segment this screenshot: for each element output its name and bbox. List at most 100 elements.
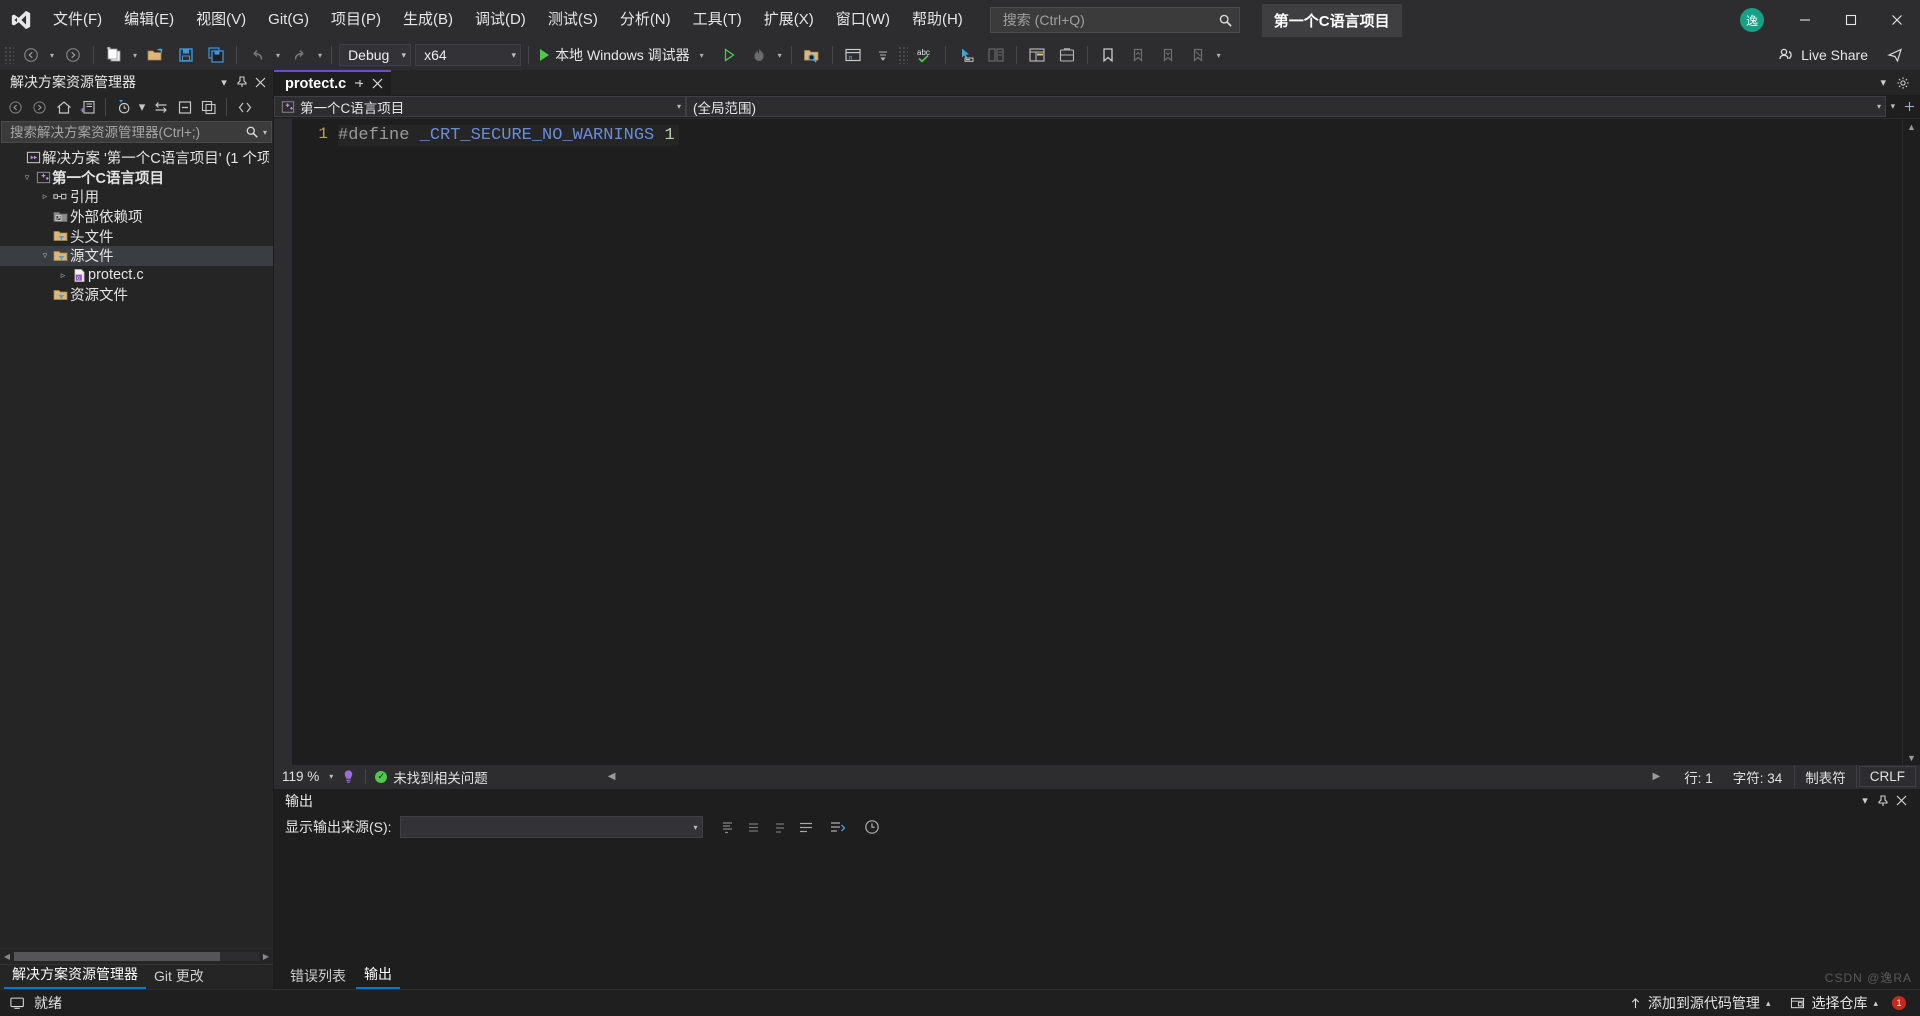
scroll-track[interactable] — [14, 952, 259, 961]
tree-item-external-dependencies[interactable]: 外部依赖项 — [0, 207, 273, 227]
switch-views-icon[interactable] — [76, 96, 99, 118]
scroll-right-icon[interactable]: ▶ — [1652, 771, 1674, 782]
menu-analyze[interactable]: 分析(N) — [609, 0, 682, 40]
scroll-track[interactable] — [1903, 134, 1920, 750]
navigate-forward-icon[interactable] — [58, 43, 88, 67]
chevron-down-icon[interactable]: ▾ — [696, 51, 708, 60]
intellisense-icon[interactable] — [341, 769, 356, 784]
menu-window[interactable]: 窗口(W) — [825, 0, 901, 40]
search-input[interactable] — [1000, 11, 1218, 29]
editor-vertical-scrollbar[interactable]: ▲ ▼ — [1902, 119, 1920, 765]
scroll-left-icon[interactable]: ◀ — [0, 952, 14, 961]
add-to-source-control-button[interactable]: 添加到源代码管理 ▴ — [1619, 990, 1781, 1016]
gear-icon[interactable] — [1896, 76, 1910, 90]
tree-expander[interactable]: ▿ — [38, 250, 52, 261]
indentation-indicator[interactable]: 制表符 — [1794, 763, 1857, 790]
pending-changes-filter-icon[interactable] — [112, 96, 135, 118]
start-debugging-button[interactable]: 本地 Windows 调试器 ▾ — [534, 43, 714, 67]
save-all-icon[interactable] — [201, 43, 231, 67]
tree-item-header-files[interactable]: 头文件 — [0, 226, 273, 246]
solution-platform-combo[interactable]: x64 ▾ — [415, 44, 522, 66]
avatar[interactable]: 逸 — [1740, 8, 1764, 32]
nav-forward-icon[interactable] — [28, 96, 51, 118]
global-search-box[interactable] — [989, 7, 1240, 33]
tree-item-resource-files[interactable]: 资源文件 — [0, 285, 273, 305]
menu-build[interactable]: 生成(B) — [392, 0, 464, 40]
toolbox-icon[interactable] — [1052, 43, 1082, 67]
tree-item-references[interactable]: ▹ 引用 — [0, 187, 273, 207]
tree-expander[interactable]: ▹ — [56, 270, 70, 281]
menu-tools[interactable]: 工具(T) — [682, 0, 753, 40]
tree-expander[interactable]: ▿ — [20, 172, 34, 183]
tree-item-project[interactable]: ▿ 第一个C语言项目 — [0, 168, 273, 188]
undo-icon[interactable] — [242, 43, 272, 67]
menu-git[interactable]: Git(G) — [257, 0, 320, 40]
close-icon[interactable] — [372, 78, 383, 89]
select-repository-button[interactable]: 选择仓库 ▴ — [1780, 990, 1888, 1016]
code-text-area[interactable]: #define _CRT_SECURE_NO_WARNINGS 1 — [338, 119, 1902, 765]
bookmark-prev-icon[interactable] — [1123, 43, 1153, 67]
properties-icon[interactable] — [197, 96, 220, 118]
nav-back-icon[interactable] — [4, 96, 27, 118]
hot-reload-icon[interactable] — [744, 43, 774, 67]
collapse-all-icon[interactable] — [173, 96, 196, 118]
editor-tab-protect-c[interactable]: protect.c — [274, 70, 392, 95]
bookmark-clear-icon[interactable] — [1183, 43, 1213, 67]
menu-help[interactable]: 帮助(H) — [901, 0, 974, 40]
close-button[interactable] — [1874, 0, 1920, 40]
live-share-button[interactable]: Live Share — [1778, 47, 1880, 63]
tab-error-list[interactable]: 错误列表 — [282, 964, 354, 989]
new-project-icon[interactable] — [99, 43, 129, 67]
scroll-up-icon[interactable]: ▲ — [1907, 119, 1916, 134]
chevron-down-icon[interactable]: ▾ — [1856, 791, 1874, 811]
line-ending-indicator[interactable]: CRLF — [1858, 766, 1916, 787]
undo-dropdown-icon[interactable]: ▾ — [272, 51, 284, 60]
tab-git-changes[interactable]: Git 更改 — [146, 964, 212, 989]
new-project-dropdown-icon[interactable]: ▾ — [129, 51, 141, 60]
start-without-debugging-icon[interactable] — [714, 43, 744, 67]
scroll-left-icon[interactable]: ◀ — [608, 771, 616, 782]
timestamp-icon[interactable] — [859, 815, 885, 839]
split-view-icon[interactable] — [1904, 101, 1915, 112]
save-icon[interactable] — [171, 43, 201, 67]
chevron-down-icon[interactable]: ▾ — [259, 128, 267, 137]
tab-solution-explorer[interactable]: 解决方案资源管理器 — [4, 962, 146, 989]
menu-file[interactable]: 文件(F) — [42, 0, 113, 40]
pin-icon[interactable] — [233, 72, 251, 92]
output-source-combo[interactable]: ▾ — [399, 816, 703, 838]
pin-icon[interactable] — [353, 78, 365, 90]
window-layout-icon[interactable] — [838, 43, 868, 67]
close-icon[interactable] — [251, 72, 269, 92]
sync-with-active-icon[interactable] — [149, 96, 172, 118]
chevron-down-icon[interactable]: ▾ — [321, 772, 339, 781]
minimize-button[interactable] — [1782, 0, 1828, 40]
pointer-select-icon[interactable] — [951, 43, 981, 67]
menu-edit[interactable]: 编辑(E) — [113, 0, 185, 40]
maximize-button[interactable] — [1828, 0, 1874, 40]
solution-explorer-search[interactable]: ▾ — [1, 121, 272, 143]
redo-dropdown-icon[interactable]: ▾ — [314, 51, 326, 60]
redo-icon[interactable] — [284, 43, 314, 67]
navigate-back-dropdown-icon[interactable]: ▾ — [46, 51, 58, 60]
hot-reload-dropdown-icon[interactable]: ▾ — [774, 51, 786, 60]
clear-pane-icon[interactable] — [767, 815, 793, 839]
zoom-level-combo[interactable]: 119 % ▾ — [274, 769, 356, 784]
close-icon[interactable] — [1892, 791, 1910, 811]
tree-item-protect-c[interactable]: ▹ c protect.c — [0, 266, 273, 286]
chevron-down-icon[interactable]: ▾ — [1891, 101, 1896, 112]
menu-project[interactable]: 项目(P) — [320, 0, 392, 40]
folder-search-icon[interactable] — [797, 43, 827, 67]
toolbar-overflow-icon[interactable]: ▾ — [1213, 51, 1225, 60]
scroll-thumb[interactable] — [14, 952, 220, 961]
active-project-chip[interactable]: 第一个C语言项目 — [1261, 3, 1402, 37]
nav-scope-dropdown[interactable]: (全局范围) ▾ — [686, 96, 1886, 117]
bookmark-next-icon[interactable] — [1153, 43, 1183, 67]
menu-test[interactable]: 测试(S) — [537, 0, 609, 40]
solution-search-input[interactable] — [8, 123, 245, 141]
clear-all-icon[interactable] — [741, 815, 767, 839]
chevron-down-icon[interactable]: ▾ — [215, 72, 233, 92]
tree-item-source-files[interactable]: ▿ 源文件 — [0, 245, 273, 266]
bookmark-icon[interactable] — [1093, 43, 1123, 67]
toolbar-grip[interactable] — [4, 46, 14, 64]
pin-icon[interactable] — [1874, 791, 1892, 811]
